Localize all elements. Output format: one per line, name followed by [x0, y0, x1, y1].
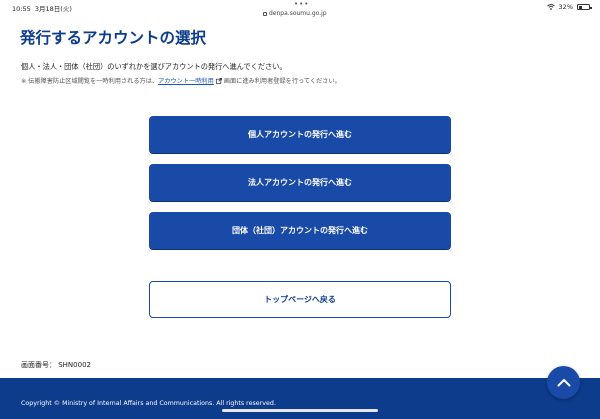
- scroll-to-top-button[interactable]: [547, 366, 580, 399]
- page-description: 個人・法人・団体（社団）のいずれかを選びアカウントの発行へ進んでください。: [21, 62, 287, 71]
- corporate-account-label: 法人アカウントの発行へ進む: [248, 178, 352, 187]
- address-bar[interactable]: denpa.soumu.go.jp: [263, 10, 327, 17]
- battery-fill: [578, 5, 583, 9]
- lock-icon: [263, 11, 267, 16]
- wifi-icon: [546, 4, 555, 10]
- home-indicator[interactable]: [222, 409, 378, 412]
- temporary-account-link[interactable]: アカウント一時利用: [158, 78, 214, 85]
- back-to-top-page-button[interactable]: トップページへ戻る: [149, 281, 451, 318]
- address-url: denpa.soumu.go.jp: [269, 10, 327, 17]
- screen-number: 画面番号： SHN0002: [21, 361, 91, 369]
- corporate-account-button[interactable]: 法人アカウントの発行へ進む: [149, 164, 451, 201]
- back-to-top-page-label: トップページへ戻る: [264, 295, 336, 304]
- battery-percent: 32%: [558, 3, 573, 11]
- notice-suffix: 画面に進み利用者登録を行ってください。: [223, 78, 341, 85]
- individual-account-label: 個人アカウントの発行へ進む: [248, 130, 352, 139]
- chevron-up-icon: [557, 379, 570, 387]
- status-time-value: 10:55: [12, 5, 31, 13]
- footer: Copyright © Ministry of Internal Affairs…: [0, 378, 600, 419]
- notice-text: ※ 伝搬障害防止区域閲覧を一時利用される方は、アカウント一時利用 画面に進み利用者…: [21, 76, 341, 85]
- copyright-text: Copyright © Ministry of Internal Affairs…: [21, 400, 276, 407]
- individual-account-button[interactable]: 個人アカウントの発行へ進む: [149, 116, 451, 153]
- battery-icon: [577, 4, 592, 10]
- status-bar: 10:55 3月18日(火) ••• denpa.soumu.go.jp 32%: [0, 0, 600, 17]
- organization-account-button[interactable]: 団体（社団）アカウントの発行へ進む: [149, 212, 451, 249]
- page-title: 発行するアカウントの選択: [20, 29, 207, 47]
- status-date: 3月18日(火): [34, 5, 72, 13]
- notice-prefix: ※ 伝搬障害防止区域閲覧を一時利用される方は、: [21, 78, 159, 85]
- status-indicators: 32%: [546, 3, 592, 11]
- multitask-dots-icon[interactable]: •••: [294, 0, 309, 8]
- status-time: 10:55 3月18日(火): [12, 3, 72, 13]
- external-link-icon: [215, 78, 222, 84]
- organization-account-label: 団体（社団）アカウントの発行へ進む: [232, 226, 368, 235]
